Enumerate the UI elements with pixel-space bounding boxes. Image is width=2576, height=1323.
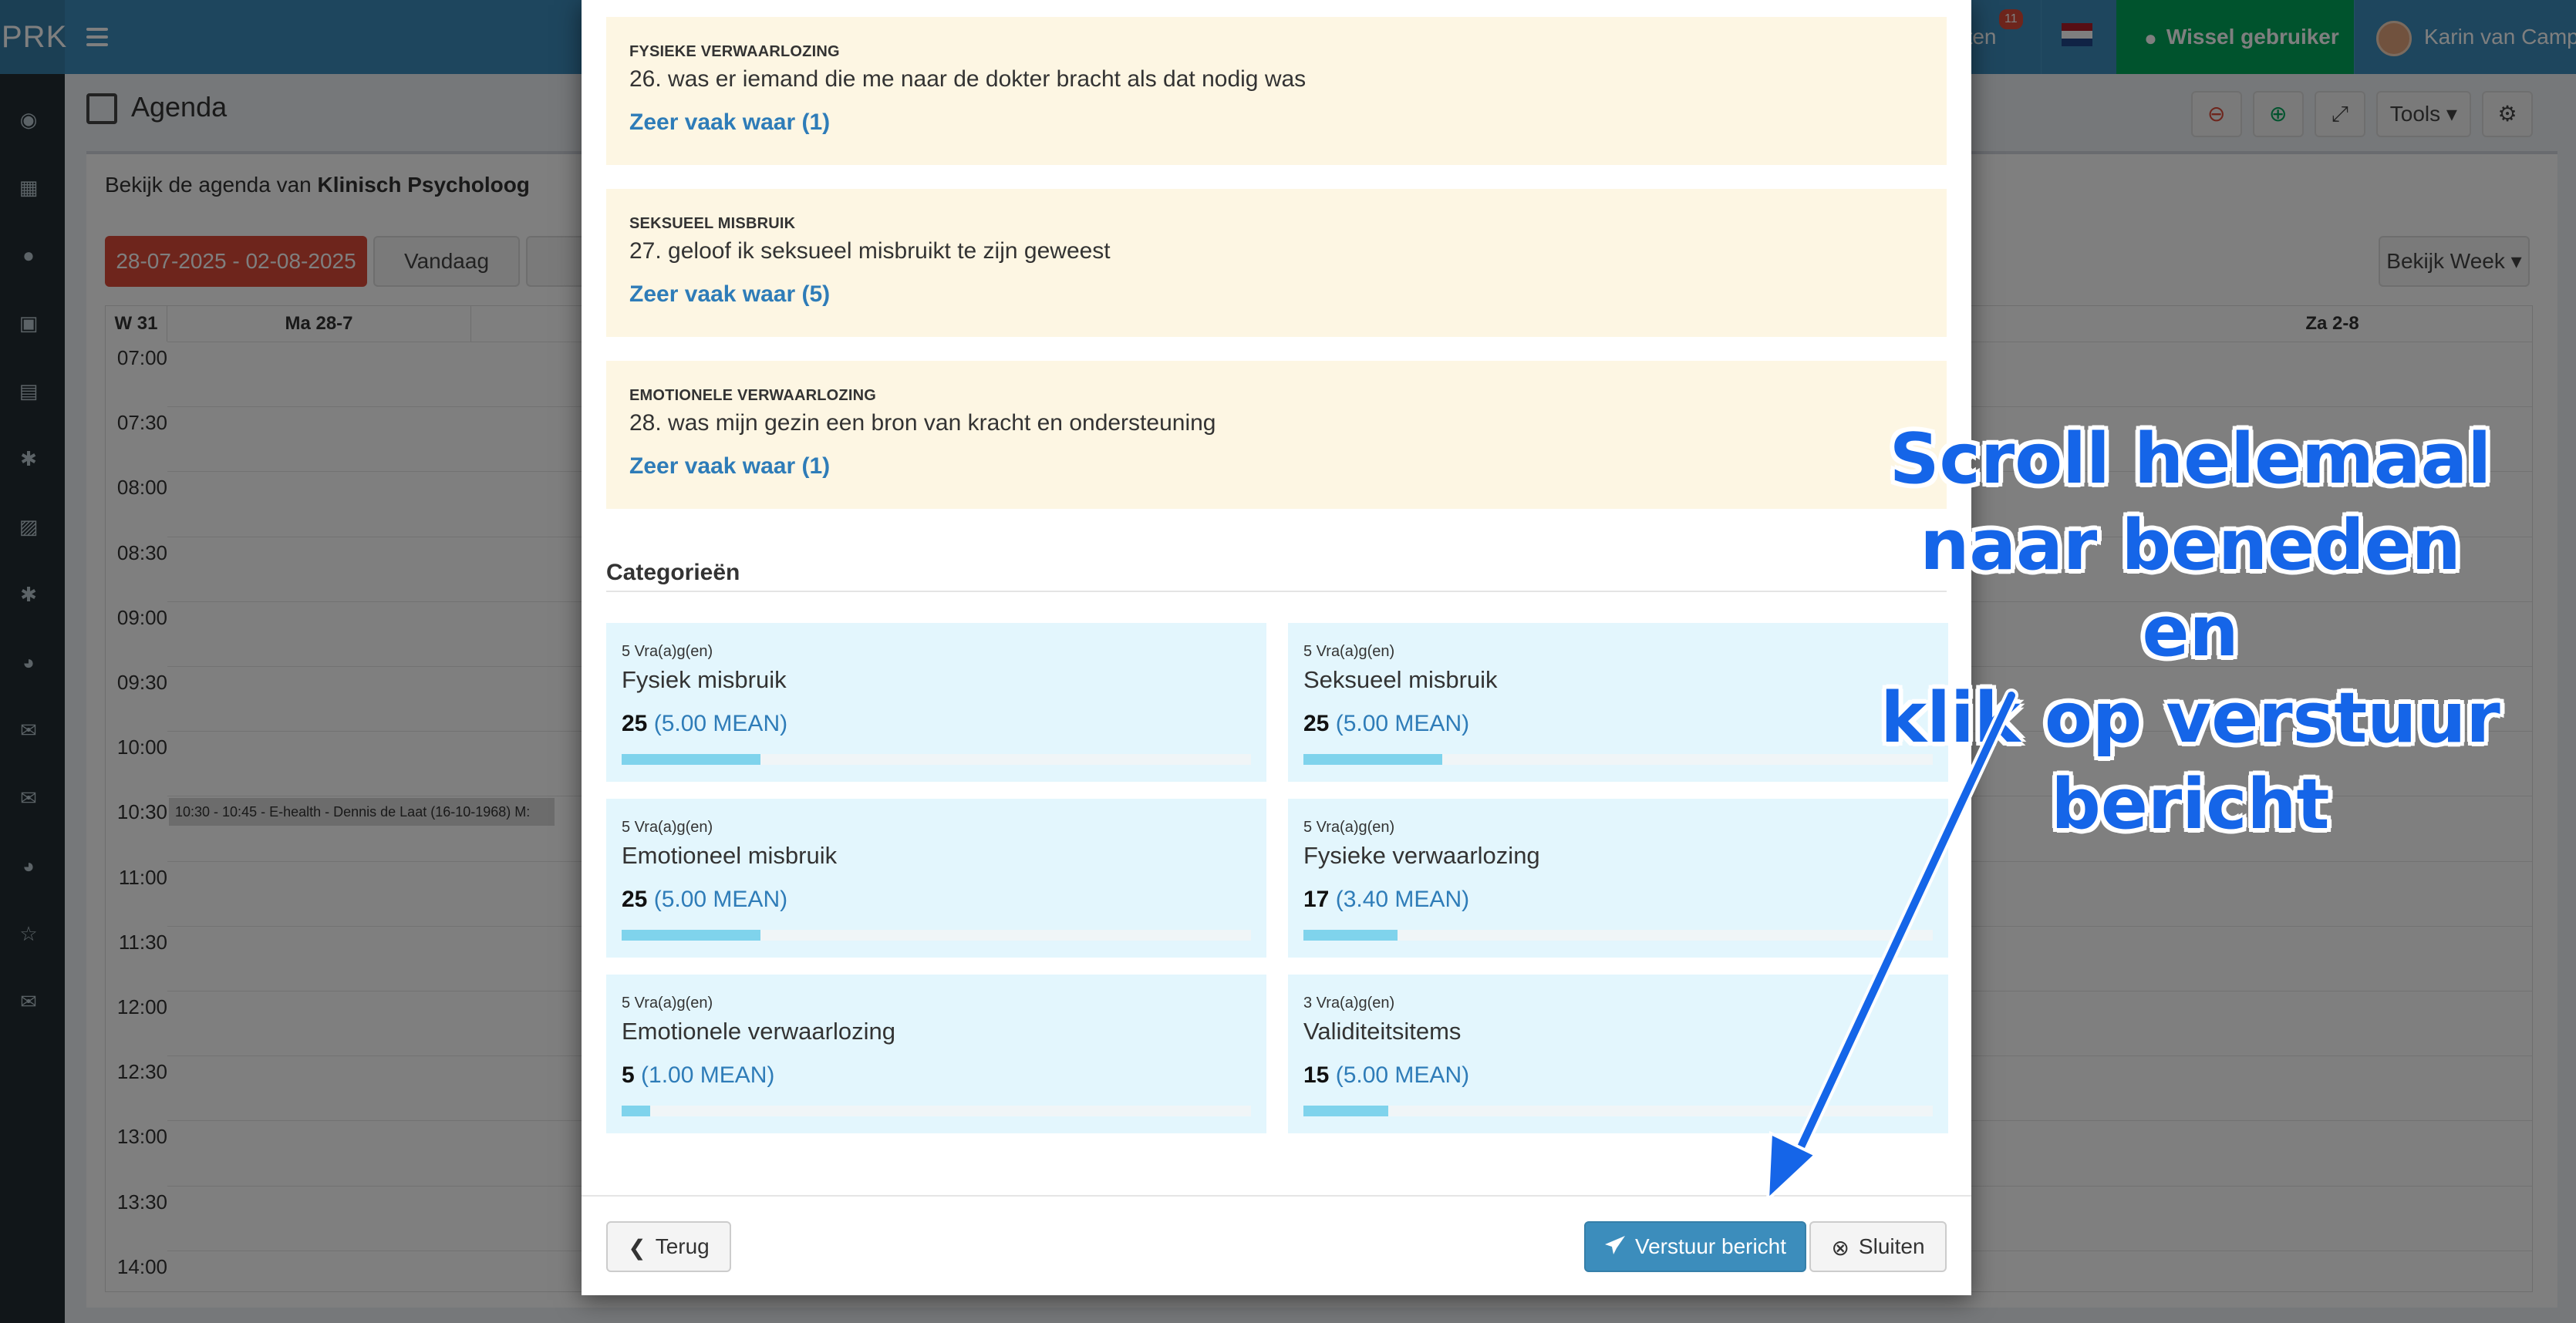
- annotation-arrow-icon: [1765, 688, 2018, 1203]
